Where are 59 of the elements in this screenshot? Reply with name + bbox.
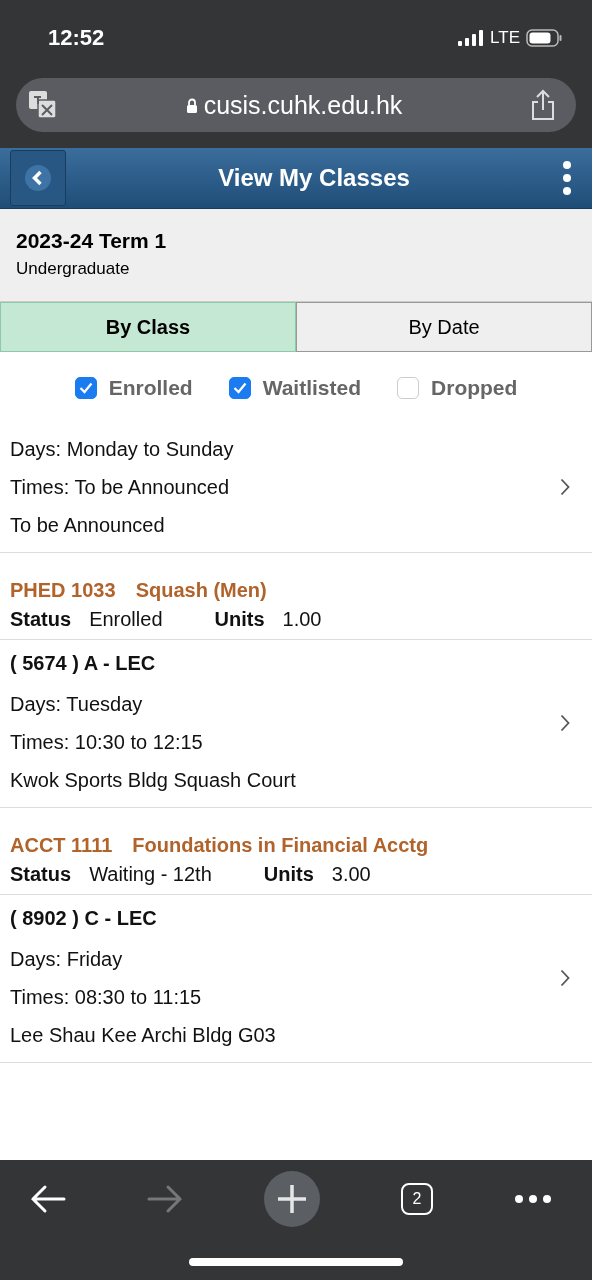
meeting-detail: Times: 08:30 to 11:15 — [10, 985, 203, 1010]
class-meeting-row[interactable]: Days: Monday to Sunday Times: To be Announced To be Announced — [0, 424, 592, 553]
share-icon[interactable] — [530, 89, 556, 121]
status-value: Waiting - 12th — [89, 863, 212, 886]
status-label: Status — [10, 608, 72, 631]
more-icon[interactable] — [514, 1194, 552, 1204]
class-meeting-row[interactable]: ( 8902 ) C - LEC Days: Friday Times: 08:30 to 11:15 Lee Shau Kee Archi Bldg G03 — [0, 895, 592, 1063]
course-title: Squash (Men) — [135, 579, 267, 602]
career-label: Undergraduate — [16, 259, 131, 279]
meeting-detail: Kwok Sports Bldg Squash Court — [10, 768, 297, 793]
checkmark-icon — [78, 382, 93, 394]
units-label: Units — [263, 863, 314, 886]
meeting-detail: Times: To be Announced — [10, 475, 231, 500]
chevron-right-icon — [560, 968, 570, 987]
meeting-detail: Days: Tuesday — [10, 692, 144, 717]
chevron-right-icon — [560, 713, 570, 732]
back-icon — [24, 164, 52, 192]
lock-icon — [185, 97, 198, 113]
back-arrow-icon[interactable] — [30, 1184, 66, 1214]
back-button[interactable] — [10, 150, 66, 206]
units-value: 3.00 — [331, 863, 371, 886]
checkbox[interactable] — [74, 377, 97, 399]
course-code: PHED 1033 — [10, 579, 116, 602]
forward-arrow-icon[interactable] — [147, 1184, 183, 1214]
checkbox[interactable] — [397, 377, 420, 399]
term-name: 2023-24 Term 1 — [16, 229, 168, 253]
url-text: cusis.cuhk.edu.hk — [203, 90, 403, 120]
translate-icon[interactable] — [28, 90, 58, 120]
class-meeting-row[interactable]: ( 5674 ) A - LEC Days: Tuesday Times: 10:30 to 12:15 Kwok Sports Bldg Squash Court — [0, 640, 592, 808]
page-title: View My Classes — [217, 164, 411, 192]
chevron-right-icon — [560, 478, 570, 496]
filter-label: Enrolled — [108, 376, 193, 400]
checkbox[interactable] — [228, 377, 251, 399]
course-title: Foundations in Financial Acctg — [132, 834, 429, 857]
section-heading: ( 8902 ) C - LEC — [10, 907, 158, 931]
units-value: 1.00 — [282, 608, 322, 631]
units-label: Units — [214, 608, 265, 631]
filter-label: Waitlisted — [262, 376, 362, 400]
meeting-detail: Lee Shau Kee Archi Bldg G03 — [10, 1023, 277, 1048]
filter-label: Dropped — [431, 376, 518, 400]
network-label: LTE — [490, 28, 520, 48]
tab-count-button[interactable]: 2 — [401, 1183, 433, 1215]
meeting-detail: Days: Friday — [10, 947, 124, 972]
meeting-detail: Days: Monday to Sunday — [10, 437, 235, 462]
checkmark-icon — [232, 382, 247, 394]
signal-icon — [458, 30, 485, 46]
address-bar[interactable]: cusis.cuhk.edu.hk — [16, 78, 576, 132]
meeting-detail: Times: 10:30 to 12:15 — [10, 730, 204, 755]
more-options-icon[interactable] — [562, 161, 572, 195]
status-time: 12:52 — [48, 25, 105, 51]
status-value: Enrolled — [89, 608, 163, 631]
battery-icon — [526, 29, 562, 47]
section-heading: ( 5674 ) A - LEC — [10, 652, 157, 676]
view-tab[interactable]: By Date — [296, 302, 592, 352]
status-label: Status — [10, 863, 72, 886]
view-tab[interactable]: By Class — [0, 302, 296, 352]
new-tab-icon[interactable] — [264, 1171, 320, 1227]
meeting-detail: To be Announced — [10, 513, 166, 538]
course-code: ACCT 1111 — [10, 834, 113, 857]
